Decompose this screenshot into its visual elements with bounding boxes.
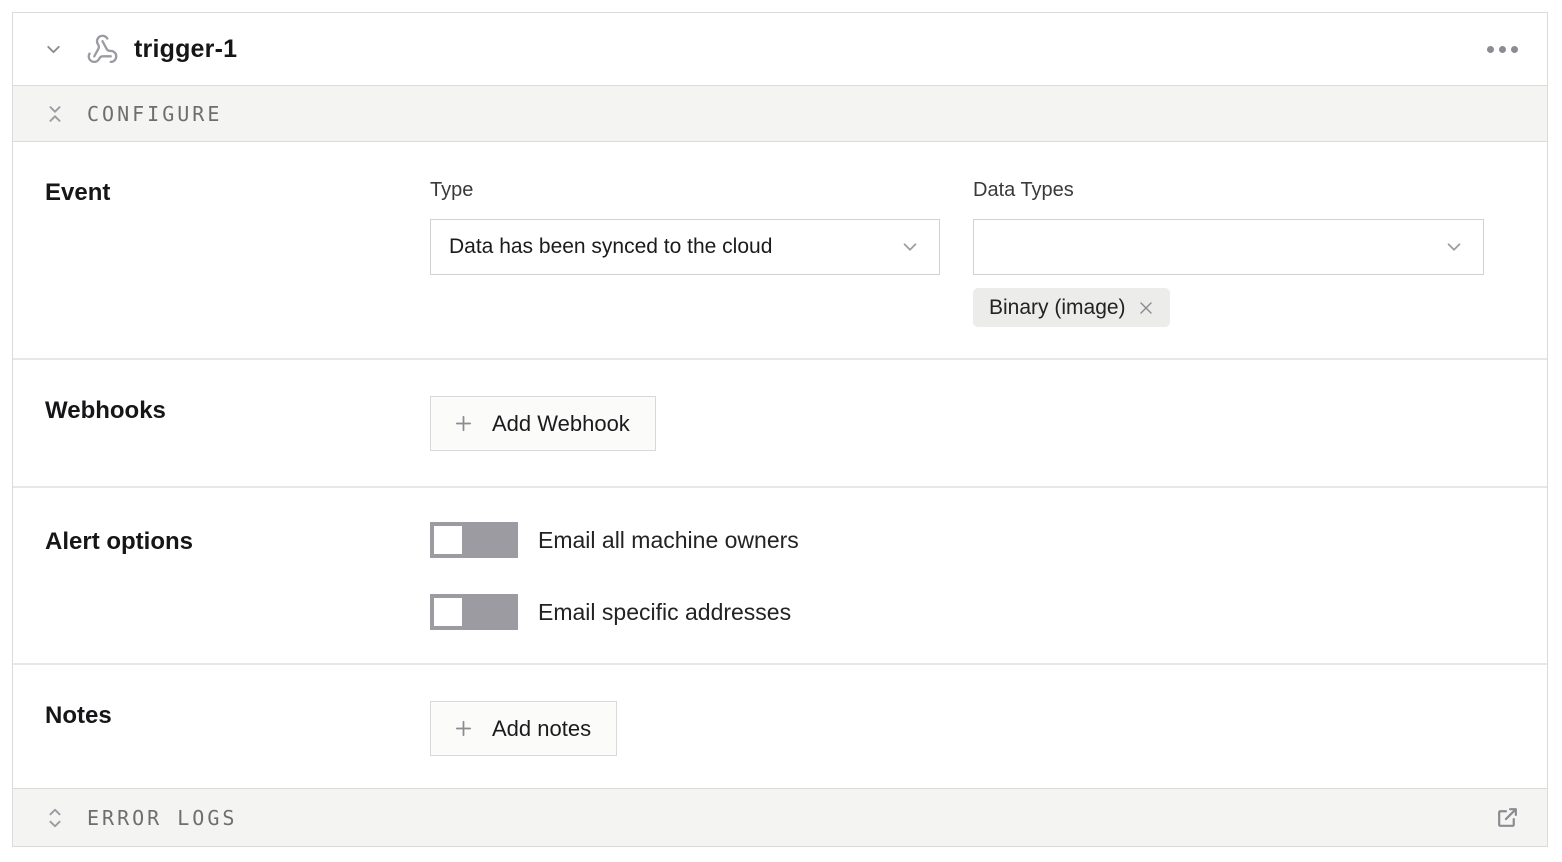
data-types-select[interactable]	[973, 219, 1484, 275]
notes-label: Notes	[45, 701, 430, 788]
alert-options-label: Alert options	[45, 522, 430, 663]
add-notes-button[interactable]: Add notes	[430, 701, 617, 756]
external-link-icon	[1495, 805, 1520, 830]
collapse-vertical-icon[interactable]	[44, 102, 66, 126]
card-title: trigger-1	[134, 35, 237, 64]
add-notes-button-label: Add notes	[492, 716, 591, 742]
add-webhook-button-label: Add Webhook	[492, 411, 630, 437]
configure-section-header[interactable]: CONFIGURE	[13, 86, 1547, 142]
data-types-field: Data Types Binary (image)	[973, 178, 1484, 358]
email-specific-label: Email specific addresses	[538, 599, 791, 626]
notes-section: Notes Add notes	[13, 663, 1547, 788]
plus-icon	[452, 412, 475, 435]
error-logs-section-label: ERROR LOGS	[87, 806, 237, 830]
event-label: Event	[45, 178, 430, 358]
ellipsis-icon	[1487, 46, 1494, 53]
email-specific-toggle[interactable]	[430, 594, 518, 630]
alert-options-section: Alert options Email all machine owners E…	[13, 486, 1547, 663]
configure-body: Event Type Data has been synced to the c…	[13, 142, 1547, 788]
toggle-knob	[434, 598, 462, 626]
email-all-owners-toggle[interactable]	[430, 522, 518, 558]
chevron-down-icon	[1443, 236, 1465, 258]
toggle-knob	[434, 526, 462, 554]
webhooks-section: Webhooks Add Webhook	[13, 358, 1547, 486]
alert-toggles: Email all machine owners Email specific …	[430, 522, 799, 663]
email-all-owners-row: Email all machine owners	[430, 522, 799, 558]
plus-icon	[452, 717, 475, 740]
email-all-owners-label: Email all machine owners	[538, 527, 799, 554]
remove-data-type-icon[interactable]	[1136, 298, 1156, 318]
add-webhook-button[interactable]: Add Webhook	[430, 396, 656, 451]
type-field: Type Data has been synced to the cloud	[430, 178, 940, 358]
type-select[interactable]: Data has been synced to the cloud	[430, 219, 940, 275]
configure-section-label: CONFIGURE	[87, 102, 222, 126]
email-specific-row: Email specific addresses	[430, 594, 799, 630]
webhook-icon	[86, 33, 119, 66]
event-fields: Type Data has been synced to the cloud D…	[430, 178, 1484, 358]
expand-vertical-icon[interactable]	[44, 805, 66, 831]
data-types-field-label: Data Types	[973, 178, 1484, 202]
data-type-chip: Binary (image)	[973, 288, 1170, 327]
card-header: trigger-1	[13, 13, 1547, 86]
selected-data-types: Binary (image)	[973, 288, 1484, 327]
data-type-chip-label: Binary (image)	[989, 296, 1126, 320]
event-section: Event Type Data has been synced to the c…	[13, 142, 1547, 358]
chevron-down-icon	[899, 236, 921, 258]
trigger-card: trigger-1 CONFIGURE Event Type Data has …	[12, 12, 1548, 847]
webhooks-label: Webhooks	[45, 396, 430, 486]
error-logs-section-header[interactable]: ERROR LOGS	[13, 788, 1547, 846]
more-options-button[interactable]	[1485, 40, 1520, 59]
type-field-label: Type	[430, 178, 940, 202]
type-select-value: Data has been synced to the cloud	[449, 235, 887, 259]
open-error-logs-button[interactable]	[1495, 805, 1520, 830]
collapse-card-chevron-icon[interactable]	[43, 39, 64, 60]
